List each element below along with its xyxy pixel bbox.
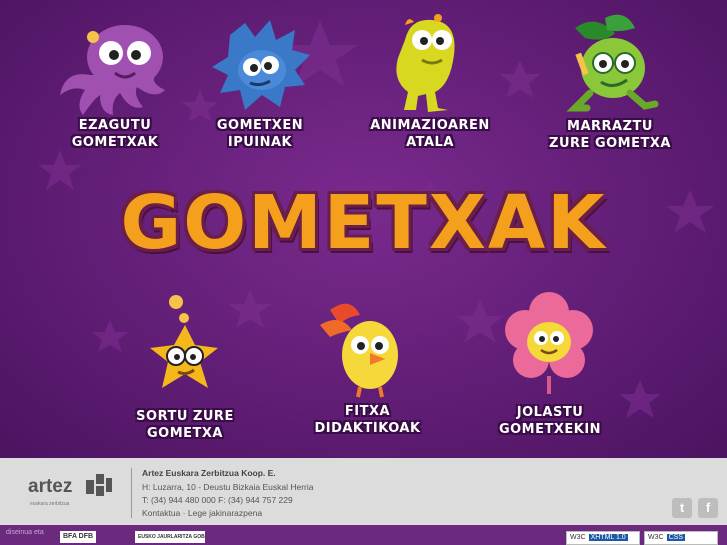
purple-octopus-character-icon [60, 25, 165, 115]
legal-notice-link[interactable]: Lege jakinarazpena [188, 508, 262, 518]
nav-jolastu-gometxekin[interactable]: JOLASTU GOMETXEKIN [475, 290, 625, 450]
design-credit: diseinua eta [6, 529, 44, 536]
w3c-xhtml-badge-right: XHTML 1.0 [588, 534, 628, 541]
w3c-xhtml-badge[interactable]: W3C XHTML 1.0 [566, 531, 640, 545]
w3c-xhtml-badge-left: W3C [570, 534, 586, 541]
nav-gometxen-ipuinak[interactable]: GOMETXEN IPUINAK [200, 15, 320, 160]
bottom-bar: diseinua eta BFA DFB EUSKO JAURLARITZA G… [0, 525, 727, 545]
footer-divider [131, 468, 132, 518]
nav-fitxa-didaktikoak[interactable]: FITXA DIDAKTIKOAK [290, 295, 445, 450]
bfa-dfb-logo[interactable]: BFA DFB [60, 531, 97, 543]
twitter-icon[interactable]: t [672, 498, 692, 518]
pink-flower-character-icon [505, 292, 593, 394]
nav-animazioaren-label: ANIMAZIOAREN ATALA [370, 118, 490, 150]
artez-logo-mark-icon [86, 474, 112, 496]
nav-marraztu-label: MARRAZTU ZURE GOMETXA [549, 119, 671, 151]
nav-sortu-label: SORTU ZURE GOMETXA [136, 409, 234, 441]
nav-marraztu-zure-gometxa[interactable]: MARRAZTU ZURE GOMETXA [535, 8, 685, 160]
w3c-css-badge[interactable]: W3C CSS [644, 531, 718, 545]
blue-spiky-character-icon [212, 20, 310, 110]
nav-animazioaren-atala[interactable]: ANIMAZIOAREN ATALA [350, 10, 510, 160]
yellow-chick-character-icon [320, 303, 398, 398]
company-name: Artez Euskara Zerbitzua Koop. E. [142, 468, 276, 478]
nav-sortu-zure-gometxa[interactable]: SORTU ZURE GOMETXA [110, 290, 260, 450]
yellow-bean-character-icon [396, 14, 455, 113]
artez-logo-text: artez [28, 476, 73, 497]
w3c-css-badge-right: CSS [666, 534, 685, 541]
nav-gometxen-label: GOMETXEN IPUINAK [216, 118, 304, 150]
nav-ezagutu-gometxak[interactable]: EZAGUTU GOMETXAK [45, 15, 185, 160]
contact-link[interactable]: Kontaktua [142, 508, 180, 518]
stage: EZAGUTU GOMETXAK GOMETXEN IPUINAK ANIMAZIO… [0, 0, 727, 458]
company-address: H: Luzarra, 10 - Deustu Bizkaia Euskal H… [142, 482, 314, 492]
artez-logo-subtitle: euskara zerbitzua [30, 501, 70, 507]
nav-ezagutu-label: EZAGUTU GOMETXAK [71, 118, 159, 150]
w3c-css-badge-left: W3C [648, 534, 664, 541]
link-separator: · [182, 508, 186, 518]
nav-jolastu-label: JOLASTU GOMETXEKIN [498, 405, 602, 437]
facebook-icon[interactable]: f [698, 498, 718, 518]
footer: artez euskara zerbitzua Artez Euskara Ze… [0, 458, 727, 525]
page-title: GOMETXAK [120, 180, 607, 266]
company-phone: T: (34) 944 480 000 F: (34) 944 757 229 [142, 495, 293, 505]
nav-fitxa-label: FITXA DIDAKTIKOAK [314, 404, 421, 436]
footer-links: Kontaktua · Lege jakinarazpena [142, 508, 262, 518]
gobierno-vasco-logo[interactable]: EUSKO JAURLARITZA GOBIERNO VASCO [135, 531, 205, 543]
yellow-star-character-icon [150, 295, 218, 388]
artez-logo[interactable]: artez euskara zerbitzua [28, 472, 123, 512]
green-apple-character-icon [566, 14, 659, 112]
